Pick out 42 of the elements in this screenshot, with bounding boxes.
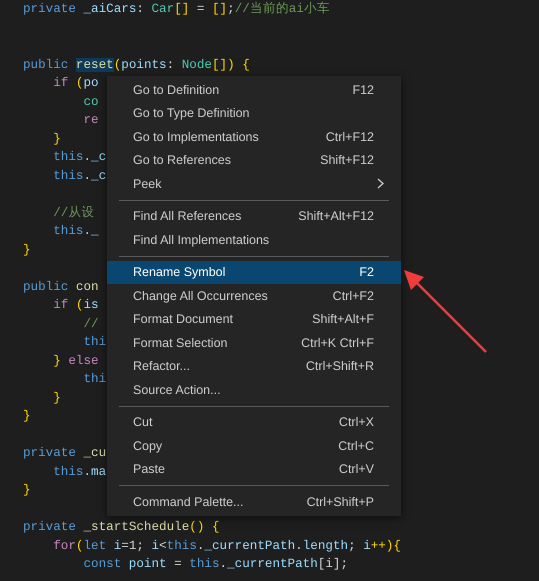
menu-item[interactable]: Source Action...: [107, 378, 401, 402]
menu-item[interactable]: Peek: [107, 172, 401, 196]
code-line: thi: [82, 334, 106, 351]
code-line: private _aiCars: Car[] = [];//当前的ai小车: [23, 0, 330, 18]
code-line: }: [23, 242, 31, 258]
menu-item[interactable]: Go to References Shift+F12: [107, 148, 401, 172]
code-line: } else: [52, 352, 99, 370]
code-line: co: [82, 94, 99, 110]
menu-item[interactable]: Copy Ctrl+C: [107, 434, 401, 458]
code-line: public reset(points: Node[]) {: [23, 56, 250, 74]
code-line: this._c: [52, 149, 106, 166]
code-line: }: [52, 390, 61, 406]
code-line: this.ma: [52, 464, 106, 480]
code-line: private _cu: [23, 445, 106, 462]
menu-item[interactable]: Go to Implementations Ctrl+F12: [107, 125, 401, 148]
menu-item[interactable]: Refactor... Ctrl+Shift+R: [107, 354, 401, 378]
code-line: if (po: [52, 75, 99, 92]
menu-item[interactable]: Find All References Shift+Alt+F12: [107, 204, 401, 228]
code-line: if (is: [52, 297, 99, 314]
code-line: re: [82, 112, 99, 129]
code-line: //从设: [52, 204, 94, 222]
code-line: }: [23, 482, 31, 499]
menu-item[interactable]: Change All Occurrences Ctrl+F2: [107, 284, 401, 308]
menu-item[interactable]: Paste Ctrl+V: [107, 458, 401, 481]
menu-item[interactable]: Go to Type Definition: [107, 102, 401, 125]
code-line: }: [52, 130, 61, 148]
code-line: private _startSchedule() {: [23, 519, 220, 536]
menu-item[interactable]: Format Document Shift+Alt+F: [107, 308, 401, 331]
code-line: //: [82, 316, 99, 332]
menu-item[interactable]: Find All Implementations: [107, 228, 401, 252]
menu-item[interactable]: Cut Ctrl+X: [107, 410, 401, 434]
code-line: for(let i=1; i<this._currentPath.length; i++){: [52, 538, 401, 554]
code-line: thi: [82, 371, 106, 388]
menu-item[interactable]: Go to Definition F12: [107, 78, 401, 102]
code-line: this._c: [52, 168, 106, 184]
code-line: const point = this._currentPath[i];: [82, 556, 348, 573]
code-line: }: [23, 408, 31, 425]
menu-item[interactable]: Format Selection Ctrl+K Ctrl+F: [107, 331, 401, 354]
code-line: public con: [23, 278, 99, 296]
code-line: this._: [52, 223, 99, 240]
menu-item[interactable]: Command Palette... Ctrl+Shift+P: [107, 490, 401, 514]
menu-item[interactable]: Rename Symbol F2: [107, 260, 401, 284]
